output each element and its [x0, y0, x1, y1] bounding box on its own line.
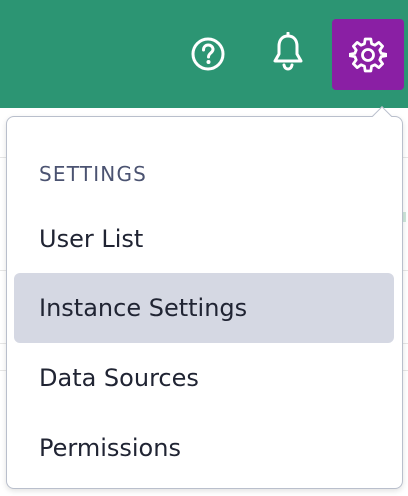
menu-item-label: Instance Settings [39, 294, 248, 322]
background-marker [403, 212, 406, 222]
top-navbar [0, 0, 408, 108]
menu-section-header: SETTINGS [39, 162, 148, 186]
menu-item-data-sources[interactable]: Data Sources [14, 343, 394, 413]
settings-dropdown-menu: SETTINGS User List Instance Settings Dat… [6, 116, 403, 489]
dropdown-caret-joint [369, 117, 395, 125]
notifications-button[interactable] [264, 28, 312, 76]
settings-button[interactable] [332, 19, 404, 90]
help-button[interactable] [184, 30, 232, 78]
menu-item-label: Data Sources [39, 364, 199, 392]
help-icon [190, 36, 226, 72]
gear-icon [349, 36, 387, 74]
menu-item-label: Permissions [39, 434, 181, 462]
menu-item-user-list[interactable]: User List [14, 204, 394, 274]
menu-item-instance-settings[interactable]: Instance Settings [14, 273, 394, 343]
menu-item-label: User List [39, 225, 144, 253]
bell-icon [270, 32, 306, 72]
menu-item-permissions[interactable]: Permissions [14, 413, 394, 483]
